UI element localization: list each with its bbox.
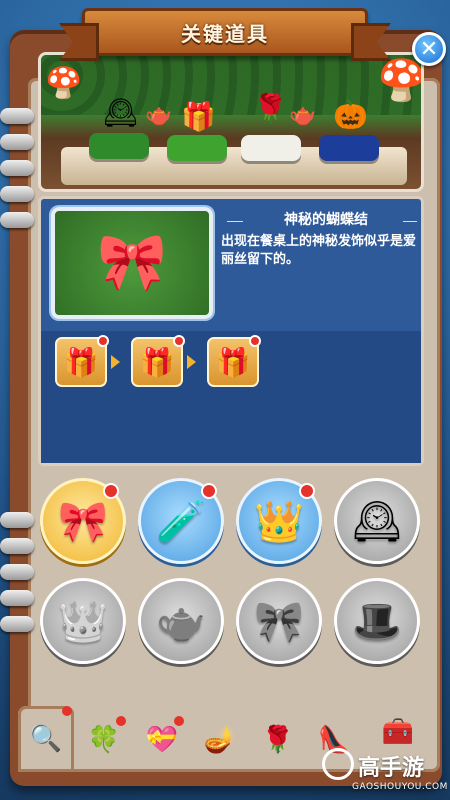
heart-icon: 💝 xyxy=(145,725,179,755)
binder-ring xyxy=(0,512,34,528)
reward-gift-2[interactable]: 🎁 xyxy=(131,335,185,387)
rose-dome-icon: 🌹 xyxy=(253,92,288,125)
notification-badge xyxy=(299,483,315,499)
binder-ring xyxy=(0,590,34,606)
title-banner: 关键道具 xyxy=(82,8,368,56)
notification-badge xyxy=(201,483,217,499)
magnifier-icon: 🔍 xyxy=(29,724,63,754)
watermark-logo-icon xyxy=(322,748,354,780)
rose-icon: 🌹 xyxy=(261,725,295,755)
tab-magic-lamp[interactable]: 🪔 xyxy=(196,716,244,764)
ribbon-icon: 🎀 xyxy=(254,598,304,645)
binder-ring xyxy=(0,564,34,580)
clover-icon: 🍀 xyxy=(87,725,121,755)
binder-ring xyxy=(0,134,34,150)
binder-ring xyxy=(0,186,34,202)
item-info-panel: 🎀 神秘的蝴蝶结 出现在餐桌上的神秘发饰似乎是爱丽丝留下的。 🎁 🎁 🎁 xyxy=(38,196,424,466)
watermark: 高手游 GAOSHOUYOU.COM xyxy=(322,748,450,800)
reward-chain: 🎁 🎁 🎁 xyxy=(41,331,421,463)
tab-magnifier[interactable]: 🔍 xyxy=(18,706,74,772)
scene-cushion xyxy=(241,135,301,161)
notification-badge xyxy=(173,335,185,347)
close-icon: ✕ xyxy=(419,36,439,62)
reward-gift-1[interactable]: 🎁 xyxy=(55,335,109,387)
tab-heart[interactable]: 💝 xyxy=(138,716,186,764)
item-slot-bow[interactable]: 🎀 xyxy=(40,478,126,564)
notification-badge xyxy=(116,716,126,726)
chain-arrow-icon xyxy=(187,355,196,369)
notification-badge xyxy=(249,335,261,347)
watermark-brand: 高手游 xyxy=(358,756,425,781)
golden-crown-icon: 👑 xyxy=(254,498,304,545)
potion-bottle-icon: 🧪 xyxy=(156,498,206,545)
tab-clover[interactable]: 🍀 xyxy=(80,716,128,764)
item-slot-teapot[interactable]: 🫖 xyxy=(138,578,224,664)
clock-icon: 🕰 xyxy=(351,498,403,545)
treasure-chest-icon: 🧰 xyxy=(381,717,415,747)
scene-cushion xyxy=(319,135,379,161)
pink-bow-icon: 🎀 xyxy=(58,498,108,545)
teapot-icon: 🫖 xyxy=(145,103,173,128)
gift-stack-icon: 🎁 xyxy=(181,100,216,133)
notification-badge xyxy=(103,483,119,499)
item-slot-crown[interactable]: 👑 xyxy=(236,478,322,564)
notification-badge xyxy=(62,706,72,716)
teapot-icon: 🫖 xyxy=(289,103,317,128)
clock-icon: 🕰 xyxy=(103,96,139,129)
item-description: 出现在餐桌上的神秘发饰似乎是爱丽丝留下的。 xyxy=(221,234,417,267)
notification-badge xyxy=(97,335,109,347)
gift-box-icon: 🎁 xyxy=(215,345,251,379)
watermark-url: GAOSHOUYOU.COM xyxy=(352,782,448,792)
page-title: 关键道具 xyxy=(181,21,269,46)
item-slot-clock[interactable]: 🕰 xyxy=(334,478,420,564)
binder-ring xyxy=(0,212,34,228)
item-slot-cards-hat[interactable]: 🎩 xyxy=(334,578,420,664)
item-slot-potion[interactable]: 🧪 xyxy=(138,478,224,564)
close-button[interactable]: ✕ xyxy=(412,32,446,66)
magic-lamp-icon: 🪔 xyxy=(203,725,237,755)
teapot-icon: 🫖 xyxy=(156,598,206,645)
binder-ring xyxy=(0,160,34,176)
tiara-icon: 👑 xyxy=(58,598,108,645)
mushroom-icon: 🍄 xyxy=(377,58,424,104)
binder-ring xyxy=(0,538,34,554)
item-name: 神秘的蝴蝶结 xyxy=(284,212,368,228)
item-slot-ribbon[interactable]: 🎀 xyxy=(236,578,322,664)
reward-gift-3[interactable]: 🎁 xyxy=(207,335,261,387)
scene-cushion xyxy=(167,135,227,161)
binder-ring xyxy=(0,616,34,632)
title-divider xyxy=(403,221,417,222)
chain-arrow-icon xyxy=(111,355,120,369)
gift-box-icon: 🎁 xyxy=(139,345,175,379)
tab-rose[interactable]: 🌹 xyxy=(254,716,302,764)
notification-badge xyxy=(174,716,184,726)
mushroom-icon: 🍄 xyxy=(45,66,83,101)
binder-ring xyxy=(0,108,34,124)
cards-hat-icon: 🎩 xyxy=(352,598,402,645)
pumpkin-carriage-icon: 🎃 xyxy=(333,98,368,131)
item-slot-tiara[interactable]: 👑 xyxy=(40,578,126,664)
pink-bow-icon: 🎀 xyxy=(97,230,167,295)
gift-box-icon: 🎁 xyxy=(63,345,99,379)
item-preview: 🎀 xyxy=(51,207,213,319)
scene-cushion xyxy=(89,133,149,159)
garden-scene: 🕰 🎁 🌹 🎃 🫖 🫖 🍄 🍄 xyxy=(38,52,424,192)
